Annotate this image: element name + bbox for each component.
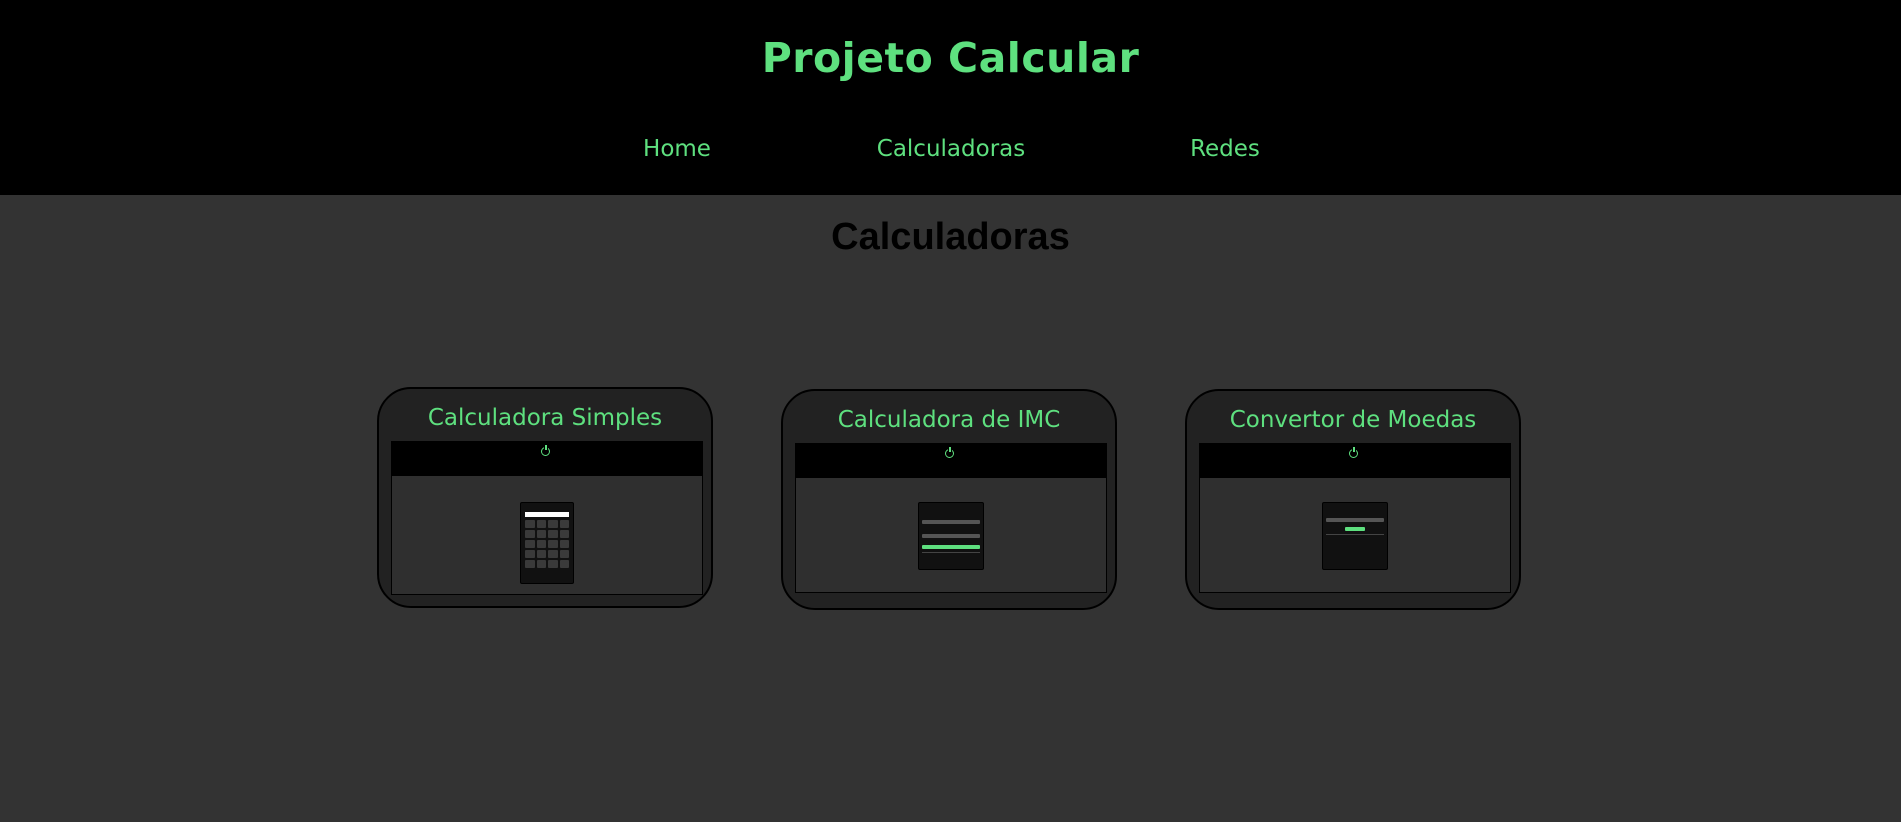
power-icon (1349, 447, 1358, 458)
card-preview-image (795, 443, 1107, 593)
preview-imc-form (918, 502, 984, 570)
card-title: Calculadora de IMC (837, 407, 1061, 433)
preview-header (796, 444, 1106, 478)
card-preview-image (1199, 443, 1511, 593)
power-icon (541, 445, 550, 456)
preview-input (922, 534, 980, 538)
preview-logo (1349, 447, 1361, 458)
nav-calculadoras[interactable]: Calculadoras (877, 136, 1025, 162)
preview-header (1200, 444, 1510, 478)
preview-button (1345, 527, 1365, 531)
preview-calculator (520, 502, 574, 584)
card-preview-image (391, 441, 703, 595)
preview-logo (945, 447, 957, 458)
card-title: Convertor de Moedas (1229, 407, 1477, 433)
page-heading: Calculadoras (831, 216, 1070, 258)
card-title: Calculadora Simples (427, 405, 663, 431)
card-calculadora-imc[interactable]: Calculadora de IMC (781, 389, 1117, 610)
preview-display (525, 512, 569, 517)
preview-input (922, 520, 980, 524)
power-icon (945, 447, 954, 458)
preview-currency-form (1322, 502, 1388, 570)
card-calculadora-simples[interactable]: Calculadora Simples (377, 387, 713, 608)
preview-logo (541, 445, 553, 456)
preview-divider (922, 552, 980, 553)
preview-divider (1326, 534, 1384, 535)
preview-input (1326, 518, 1384, 522)
preview-keypad (525, 520, 569, 568)
preview-header (392, 442, 702, 476)
nav-home[interactable]: Home (643, 136, 711, 162)
nav-redes[interactable]: Redes (1190, 136, 1260, 162)
site-header: Projeto Calcular Home Calculadoras Redes (0, 0, 1901, 195)
site-title: Projeto Calcular (761, 34, 1140, 82)
preview-button (922, 545, 980, 549)
card-convertor-moedas[interactable]: Convertor de Moedas (1185, 389, 1521, 610)
